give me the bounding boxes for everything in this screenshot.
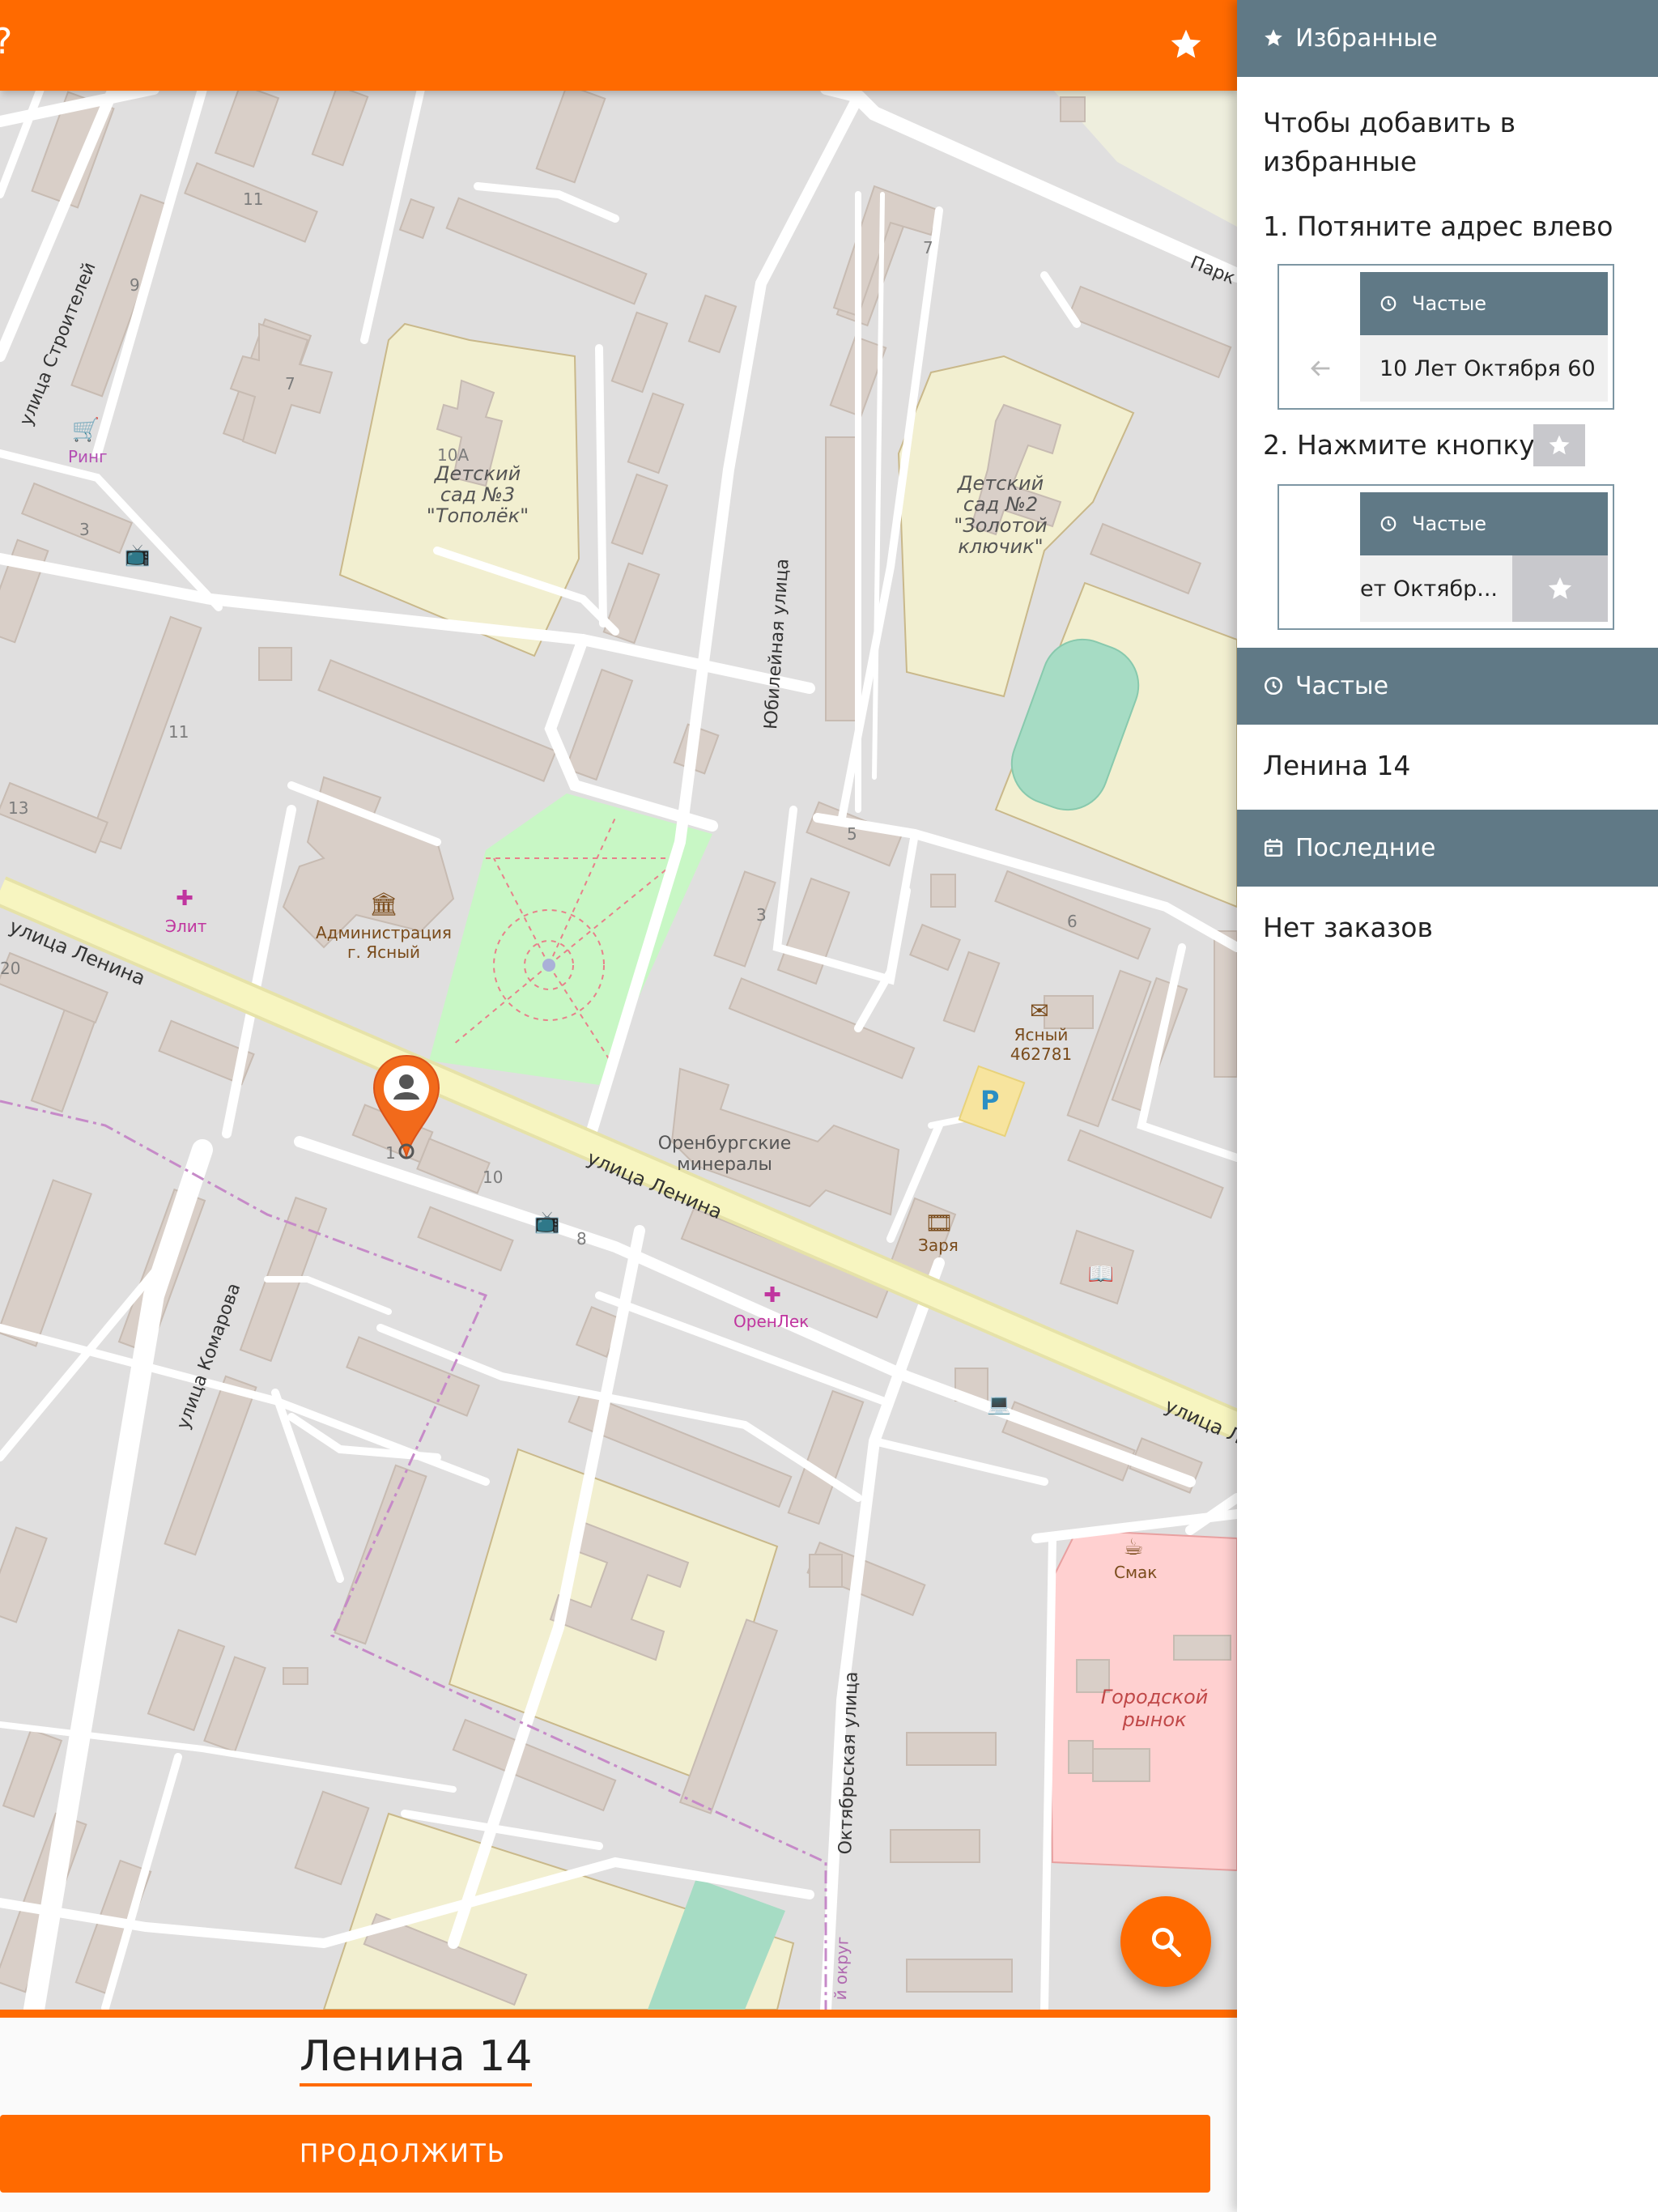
cafe-icon: ☕ [1123, 1534, 1143, 1560]
star-icon [1263, 28, 1286, 50]
ring-icon: 🛒 [72, 416, 100, 443]
favorites-header: Избранные [1237, 0, 1658, 77]
demo-star-button [1512, 555, 1608, 622]
recent-empty-text: Нет заказов [1263, 912, 1433, 943]
map-view[interactable]: 🛒 📺 ✚ 🏛 ✉ 📺 🎞 📖 ✚ 💻 ☕ 11 9 7 3 11 13 20 … [0, 0, 1237, 2212]
address-panel: Ленина 14 ПРОДОЛЖИТЬ [0, 2010, 1237, 2212]
pharmacy-icon-2: ✚ [763, 1283, 781, 1308]
app-bar-title: ? [0, 21, 12, 62]
swipe-demo: Частые 10 Лет Октября 60 [1278, 264, 1614, 410]
clock-icon [1380, 295, 1397, 313]
calendar-icon [1263, 837, 1286, 860]
book-icon: 📖 [1088, 1262, 1114, 1287]
demo-header: Частые [1360, 272, 1608, 335]
arrow-left-icon [1307, 355, 1334, 382]
search-icon [1151, 1927, 1182, 1958]
frequent-header: Частые [1237, 648, 1658, 725]
recent-header-label: Последние [1295, 834, 1436, 862]
clock-icon [1263, 675, 1286, 698]
search-button[interactable] [1120, 1896, 1211, 1987]
favorites-sidebar: Избранные Чтобы добавить в избранные 1. … [1237, 0, 1658, 2212]
demo-header-label: Частые [1412, 292, 1487, 315]
tv-icon: 📺 [125, 543, 151, 568]
recent-header: Последние [1237, 810, 1658, 887]
frequent-item[interactable]: Ленина 14 [1263, 747, 1410, 785]
demo-row: 10 Лет Октября 60 [1360, 335, 1608, 402]
selected-address[interactable]: Ленина 14 [300, 2033, 533, 2087]
map-canvas[interactable]: 🛒 📺 ✚ 🏛 ✉ 📺 🎞 📖 ✚ 💻 ☕ [0, 0, 1237, 2212]
favorites-step1: 1. Потяните адрес влево [1263, 211, 1613, 242]
demo-header: Частые [1360, 492, 1608, 555]
app-bar: ? [0, 0, 1237, 91]
favorites-header-label: Избранные [1295, 24, 1438, 53]
townhall-icon: 🏛 [369, 891, 398, 917]
star-icon [1171, 29, 1201, 58]
star-icon [1549, 435, 1570, 455]
star-icon [1548, 576, 1572, 599]
market-area [1047, 1529, 1237, 1872]
post-icon: ✉ [1030, 998, 1048, 1024]
continue-button-label: ПРОДОЛЖИТЬ [299, 2139, 507, 2168]
favorites-step2: 2. Нажмите кнопку [1263, 429, 1535, 461]
clock-icon [1380, 515, 1397, 533]
computer-icon: 💻 [987, 1393, 1011, 1415]
location-pin[interactable] [369, 1053, 444, 1166]
demo-header-label: Частые [1412, 513, 1487, 535]
star-button-sample [1533, 424, 1585, 466]
favorites-hint: Чтобы добавить в избранные [1263, 107, 1516, 177]
person-pin-icon [372, 1054, 440, 1159]
tv-icon-2: 📺 [534, 1210, 560, 1235]
cinema-icon: 🎞 [925, 1210, 954, 1236]
frequent-header-label: Частые [1295, 672, 1389, 700]
favorites-button[interactable] [1159, 18, 1213, 71]
pharmacy-icon: ✚ [176, 887, 193, 911]
continue-button[interactable]: ПРОДОЛЖИТЬ [0, 2115, 1210, 2193]
star-demo: Частые ет Октябр... [1278, 484, 1614, 630]
